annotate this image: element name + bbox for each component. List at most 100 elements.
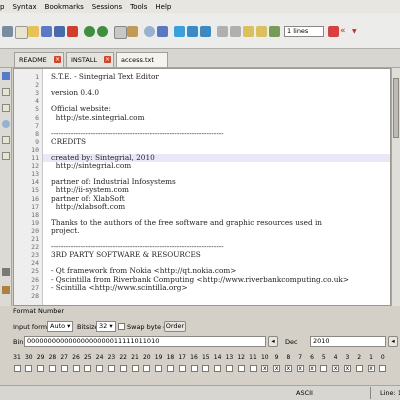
bit-checkbox[interactable] xyxy=(225,365,233,372)
bit-checkbox[interactable] xyxy=(60,365,68,372)
bit-checkbox[interactable] xyxy=(379,365,387,372)
paste-icon[interactable] xyxy=(127,26,138,37)
tab-readme[interactable]: README × xyxy=(14,52,64,67)
bookmark-icon[interactable] xyxy=(174,26,185,37)
run-icon[interactable] xyxy=(328,26,339,37)
document-icon[interactable] xyxy=(2,104,10,112)
bit-checkbox[interactable] xyxy=(355,365,363,372)
line-number: 22 xyxy=(31,243,39,252)
menu-help[interactable]: Help xyxy=(155,3,171,11)
wrap-icon[interactable] xyxy=(269,26,280,37)
cut-icon[interactable] xyxy=(2,26,13,37)
calculator-icon[interactable] xyxy=(2,268,10,276)
redo-icon[interactable] xyxy=(97,26,108,37)
bit-checkbox[interactable] xyxy=(166,365,174,372)
menu-syntax[interactable]: Syntax xyxy=(12,3,36,11)
bit-checkbox[interactable] xyxy=(96,365,104,372)
line-number: 15 xyxy=(31,186,39,195)
bit-checkbox[interactable] xyxy=(131,365,139,372)
new-file-icon[interactable] xyxy=(15,26,28,39)
bit-checkbox[interactable] xyxy=(214,365,222,372)
bit-number: 9 xyxy=(274,354,279,361)
chevron-double-left-icon[interactable]: « xyxy=(340,26,351,37)
bit-checkbox[interactable] xyxy=(237,365,245,372)
bit-number: 16 xyxy=(190,354,198,361)
bookmark-next-icon[interactable] xyxy=(200,26,211,37)
dropdown-arrow-icon[interactable]: ▼ xyxy=(352,26,363,37)
undo-icon[interactable] xyxy=(84,26,95,37)
menu-bookmarks[interactable]: Bookmarks xyxy=(45,3,84,11)
bit-checkbox[interactable] xyxy=(37,365,45,372)
find-icon[interactable] xyxy=(144,26,155,37)
bit-checkbox[interactable] xyxy=(202,365,210,372)
replace-icon[interactable] xyxy=(157,26,168,37)
bit-checkbox[interactable]: x xyxy=(367,365,375,372)
file-list-icon[interactable] xyxy=(2,72,10,80)
tab-install[interactable]: INSTALL × xyxy=(66,52,114,67)
bit-checkbox[interactable] xyxy=(178,365,186,372)
open-file-icon[interactable] xyxy=(28,26,39,37)
menu-tools[interactable]: Tools xyxy=(130,3,147,11)
bin-copy-button[interactable]: ◂ xyxy=(268,336,278,347)
menubar: p Syntax Bookmarks Sessions Tools Help xyxy=(0,0,400,13)
bit-checkbox[interactable]: x xyxy=(296,365,304,372)
dec-copy-button[interactable]: ◂ xyxy=(388,336,398,347)
bit-checkbox[interactable]: x xyxy=(273,365,281,372)
text-editor[interactable]: 1 2 3 4 5 6 7 8 9 10 11 12 13 14 15 16 17 18 19 20 21 22 23 24 2… xyxy=(13,68,391,306)
input-format-value: Auto xyxy=(50,322,66,330)
bit-checkbox[interactable] xyxy=(249,365,257,372)
bit-checkbox[interactable]: x xyxy=(343,365,351,372)
bit-checkbox[interactable]: x xyxy=(308,365,316,372)
save-all-icon[interactable] xyxy=(54,26,65,37)
outdent-icon[interactable] xyxy=(230,26,241,37)
bit-checkbox[interactable] xyxy=(119,365,127,372)
document-icon[interactable] xyxy=(2,136,10,144)
bit-checkbox[interactable]: x xyxy=(332,365,340,372)
bit-number: 17 xyxy=(178,354,186,361)
tool-icon[interactable] xyxy=(2,286,10,294)
bit-checkbox[interactable] xyxy=(190,365,198,372)
bit-checkbox[interactable] xyxy=(13,365,21,372)
bit-checkbox[interactable] xyxy=(72,365,80,372)
save-icon[interactable] xyxy=(41,26,52,37)
bit-number: 10 xyxy=(260,354,269,361)
close-icon[interactable]: × xyxy=(54,56,61,63)
bit-checkbox[interactable] xyxy=(48,365,56,372)
close-file-icon[interactable] xyxy=(67,26,78,37)
bit-checkbox[interactable] xyxy=(25,365,33,372)
bin-field[interactable]: 00000000000000000000011111011010 xyxy=(24,336,266,347)
line-number: 3 xyxy=(35,89,39,98)
tab-label: README xyxy=(19,56,47,64)
lines-field[interactable]: 1 lines xyxy=(284,26,324,37)
encoding-indicator[interactable]: ASCII xyxy=(296,389,313,397)
bookmark-prev-icon[interactable] xyxy=(187,26,198,37)
document-icon[interactable] xyxy=(2,152,10,160)
menu-sessions[interactable]: Sessions xyxy=(92,3,122,11)
comment-icon[interactable] xyxy=(243,26,254,37)
bit-checkbox[interactable]: x xyxy=(261,365,269,372)
indent-icon[interactable] xyxy=(217,26,228,37)
document-icon[interactable] xyxy=(2,88,10,96)
bit-checkbox[interactable] xyxy=(84,365,92,372)
scrollbar-thumb[interactable] xyxy=(393,78,399,138)
copy-icon[interactable] xyxy=(114,26,127,39)
bit-checkbox[interactable] xyxy=(155,365,163,372)
vertical-scrollbar[interactable] xyxy=(391,68,400,306)
bit-checkbox[interactable]: x xyxy=(284,365,292,372)
input-format-select[interactable]: Auto ▾ xyxy=(47,321,73,332)
bit-number: 4 xyxy=(333,354,338,361)
bitsize-select[interactable]: 32 ▾ xyxy=(96,321,116,332)
dec-field[interactable]: 2010 xyxy=(310,336,386,347)
bit-number: 6 xyxy=(310,354,314,361)
bit-checkbox[interactable] xyxy=(107,365,115,372)
close-icon[interactable]: × xyxy=(104,56,111,63)
uncomment-icon[interactable] xyxy=(256,26,267,37)
bit-checkbox[interactable] xyxy=(143,365,151,372)
bit-checkbox[interactable] xyxy=(320,365,328,372)
bit-number: 5 xyxy=(321,354,326,361)
search-icon[interactable] xyxy=(2,120,10,128)
order-button[interactable]: Order xyxy=(164,321,186,332)
tab-access[interactable]: access.txt xyxy=(116,52,168,67)
swap-byte-checkbox[interactable] xyxy=(118,323,125,330)
menu-file[interactable]: p xyxy=(0,3,4,11)
